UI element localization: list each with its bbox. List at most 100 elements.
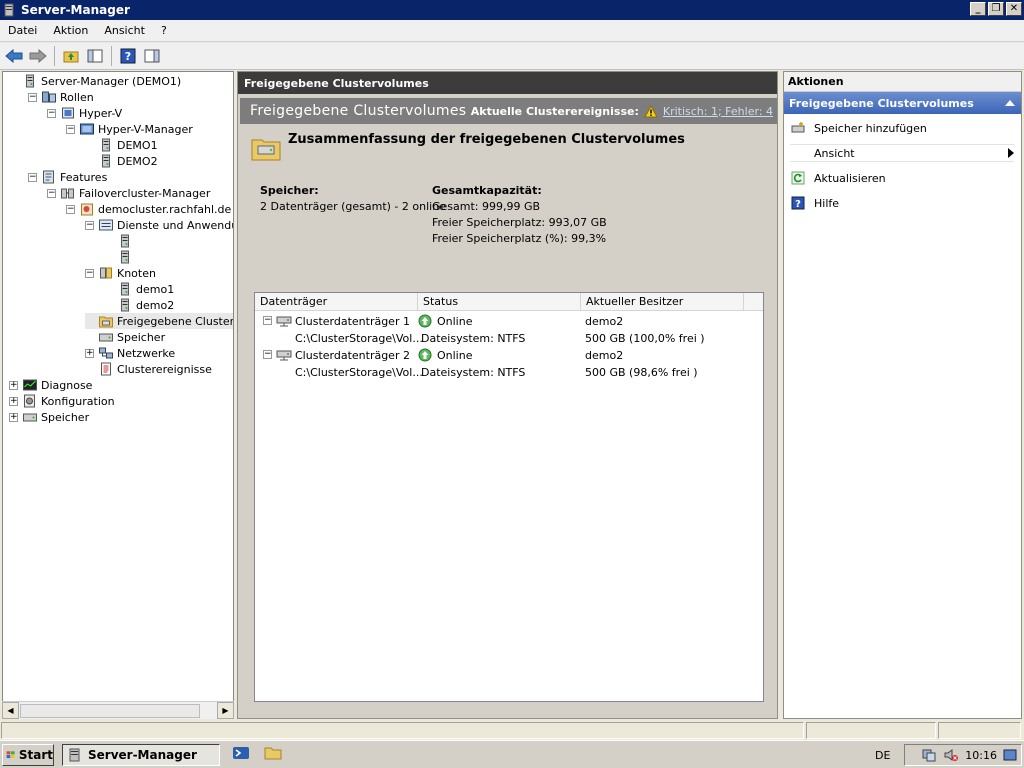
nodes-icon [100,267,112,279]
column-header-disk[interactable]: Datenträger [255,293,418,310]
tree-item[interactable]: − Rollen [28,89,94,105]
action-item[interactable]: Speicher hinzufügen [790,119,1014,137]
tree-item[interactable]: − Dienste und Anwendungen [85,217,233,233]
center-pane: Freigegebene Clustervolumes Freigegebene… [237,71,778,719]
back-button[interactable] [3,45,25,67]
disk-collapse-toggle[interactable]: − [263,350,272,359]
disk-collapse-toggle[interactable]: − [263,316,272,325]
disk-size: 500 GB (100,0% frei ) [585,331,705,345]
tree-item[interactable]: DEMO2 [85,153,158,169]
disk-path: C:\ClusterStorage\Vol... [295,331,423,345]
tree-item[interactable]: Freigegebene Clustervolum [85,313,233,329]
back-arrow-icon [5,49,23,63]
menu-datei[interactable]: Datei [0,24,45,37]
collapse-toggle[interactable]: − [85,220,94,230]
tree-item[interactable]: + Speicher [9,409,89,425]
help-button[interactable]: ? [117,45,139,67]
server-icon [121,234,129,248]
tree-horizontal-scrollbar[interactable]: ◀ ▶ [2,701,234,719]
menu-help[interactable]: ? [153,24,175,37]
menu-aktion[interactable]: Aktion [45,24,96,37]
action-item[interactable]: Aktualisieren [790,169,1014,187]
collapse-toggle[interactable]: − [28,92,37,102]
menu-ansicht[interactable]: Ansicht [96,24,153,37]
disk-name[interactable]: Clusterdatenträger 2 [295,347,410,363]
action-item[interactable]: ? Hilfe [790,194,1014,212]
expand-toggle[interactable]: + [9,412,18,422]
window-title: Server-Manager [21,3,130,17]
capacity-label: Gesamtkapazität: [432,184,542,197]
action-item[interactable]: Ansicht [790,144,1014,162]
roles-icon [42,91,56,103]
tree-item[interactable]: − democluster.rachfahl.de [66,201,231,217]
expand-toggle[interactable]: + [9,380,18,390]
diagnostics-icon [23,379,37,391]
show-tree-button[interactable] [84,45,106,67]
tree-item[interactable]: − Failovercluster-Manager [47,185,210,201]
close-button[interactable]: ✕ [1006,2,1022,16]
hyperv-icon [62,107,74,119]
column-header-owner[interactable]: Aktueller Besitzer [581,293,744,310]
collapse-toggle[interactable]: − [66,124,75,134]
tree-item-label: Speicher [41,410,90,424]
folder-up-icon [63,51,79,63]
scroll-thumb[interactable] [20,704,200,718]
tree-item[interactable]: + Diagnose [9,377,92,393]
collapse-toggle[interactable]: − [47,188,56,198]
tree-item[interactable]: Clusterereignisse [85,361,212,377]
action-pane-icon [144,49,160,63]
clock[interactable]: 10:16 [965,749,997,762]
tree-item[interactable]: − Features [28,169,107,185]
configuration-icon [24,394,35,408]
tree-item[interactable]: Speicher [85,329,165,345]
quicklaunch-explorer[interactable] [264,745,282,764]
collapse-toggle[interactable]: − [47,108,56,118]
tree-item-label: democluster.rachfahl.de [98,202,232,216]
capacity-total: Gesamt: 999,99 GB [432,200,541,213]
language-indicator[interactable]: DE [875,749,890,762]
show-actions-button[interactable] [141,45,163,67]
tree-item[interactable]: − Hyper-V-Manager [66,121,193,137]
expand-toggle[interactable]: + [9,396,18,406]
show-desktop-icon[interactable] [1003,748,1017,762]
storage-icon [99,333,113,342]
tree-item[interactable]: − Knoten [85,265,156,281]
taskbar-server-manager[interactable]: Server-Manager [62,743,220,766]
tree-item[interactable]: DEMO1 [85,137,158,153]
tree-item[interactable]: − Hyper-V [47,105,122,121]
center-header: Freigegebene Clustervolumes [238,72,777,94]
tree-item[interactable]: + Konfiguration [9,393,115,409]
tree-item[interactable] [104,233,136,249]
events-link[interactable]: Kritisch: 1; Fehler: 4 [663,105,773,118]
actions-section-header[interactable]: Freigegebene Clustervolumes [784,92,1021,114]
column-header-status[interactable]: Status [418,293,581,310]
tree-item[interactable]: + Netzwerke [85,345,175,361]
tree-item[interactable]: demo1 [104,281,174,297]
minimize-button[interactable]: _ [970,2,986,16]
disk-status: Online [437,314,473,328]
cluster-disk-icon [276,316,292,327]
collapse-toggle[interactable]: − [28,172,37,182]
disk-name[interactable]: Clusterdatenträger 1 [295,313,410,329]
collapse-toggle[interactable]: − [66,204,75,214]
tree-item-label: Netzwerke [117,346,176,360]
network-tray-icon[interactable] [921,748,937,762]
tree-item-label: Features [60,170,108,184]
volume-muted-icon[interactable] [943,748,959,762]
up-folder-button[interactable] [60,45,82,67]
start-button[interactable]: Start [2,743,54,766]
refresh-icon [791,171,805,185]
events-icon [101,362,111,376]
tree-item[interactable]: Server-Manager (DEMO1) [9,73,181,89]
expand-toggle[interactable]: + [85,348,94,358]
quicklaunch-powershell[interactable] [232,745,250,764]
scroll-right-button[interactable]: ▶ [217,702,234,719]
restore-button[interactable]: ❐ [988,2,1004,16]
tree-item[interactable]: demo2 [104,297,174,313]
scroll-left-button[interactable]: ◀ [2,702,19,719]
collapse-toggle[interactable]: − [85,268,94,278]
disk-owner: demo2 [585,348,624,362]
forward-button[interactable] [27,45,49,67]
powershell-icon [233,747,249,759]
tree-item[interactable] [104,249,136,265]
